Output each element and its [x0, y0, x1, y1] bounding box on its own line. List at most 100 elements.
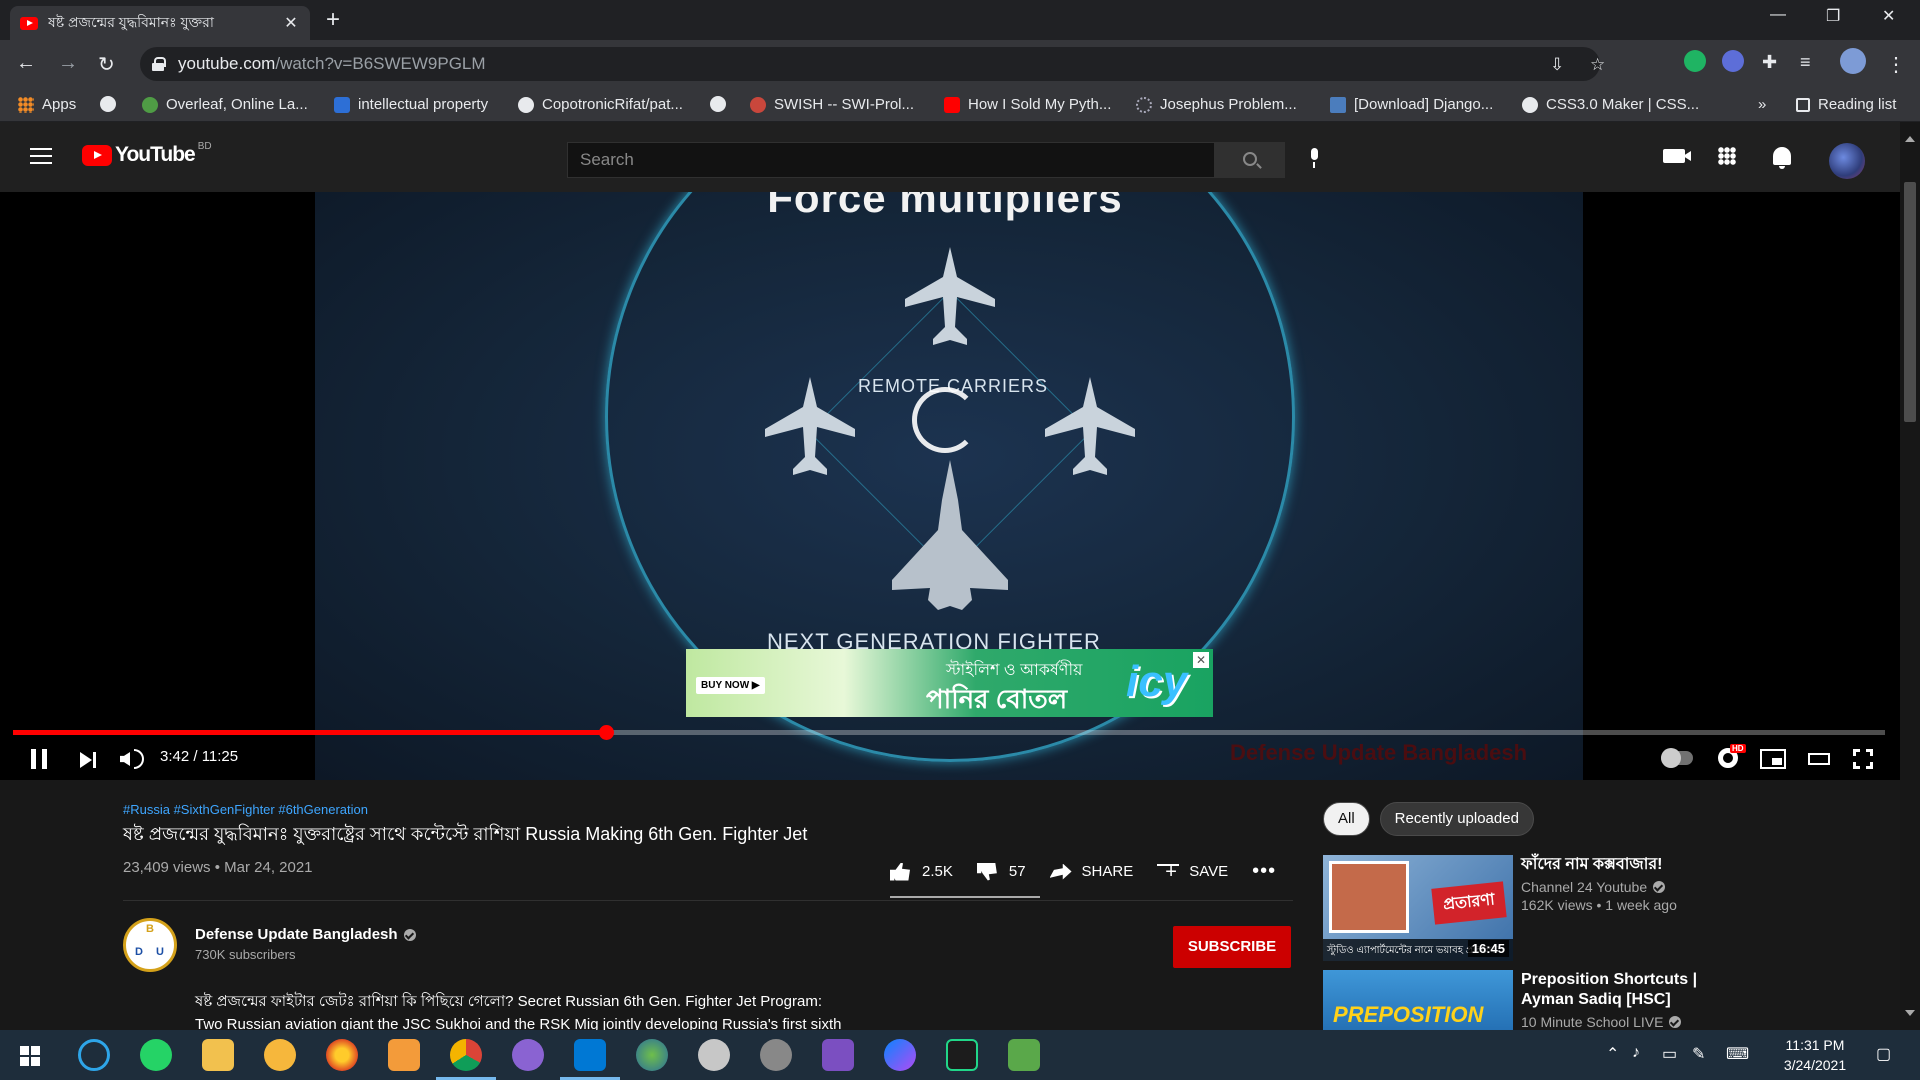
bookmark-apps[interactable]: Apps: [18, 96, 76, 113]
share-button[interactable]: SHARE: [1049, 863, 1133, 880]
progress-bar[interactable]: [13, 725, 1885, 740]
minimize-button[interactable]: —: [1770, 6, 1786, 24]
overlay-ad-banner[interactable]: BUY NOW ▶ স্টাইলিশ ও আকর্ষণীয় পানির বোত…: [686, 649, 1213, 717]
bookmark-swish[interactable]: SWISH -- SWI-Prol...: [750, 96, 914, 113]
search-input[interactable]: Search: [567, 142, 1215, 178]
youtube-logo[interactable]: YouTube BD: [82, 141, 212, 167]
channel-name[interactable]: Defense Update Bangladesh: [195, 926, 416, 943]
new-tab-button[interactable]: +: [326, 6, 340, 34]
bookmark-josephus[interactable]: Josephus Problem...: [1136, 96, 1297, 113]
save-button[interactable]: SAVE: [1157, 862, 1228, 882]
microphone-icon[interactable]: [1308, 148, 1320, 168]
vscode-icon[interactable]: [574, 1039, 606, 1071]
media-control-icon[interactable]: ≡: [1800, 52, 1811, 73]
theater-mode-button[interactable]: [1808, 753, 1830, 765]
file-explorer-icon[interactable]: [202, 1039, 234, 1071]
create-video-icon[interactable]: [1663, 149, 1691, 163]
channel-avatar[interactable]: B D U: [123, 918, 177, 972]
norton-icon[interactable]: [264, 1039, 296, 1071]
speaker-icon[interactable]: ♪: [1632, 1044, 1640, 1062]
channel-watermark[interactable]: Defense Update Bangladesh: [1230, 740, 1527, 766]
reading-list[interactable]: Reading list: [1796, 96, 1896, 113]
bookmark-intellectual-property[interactable]: intellectual property: [334, 96, 488, 113]
bookmark-overleaf[interactable]: Overleaf, Online La...: [142, 96, 308, 113]
keyboard-icon[interactable]: ⌨: [1726, 1044, 1749, 1064]
parachute-app-icon[interactable]: [698, 1039, 730, 1071]
recommendation-item[interactable]: প্রতারণা স্টুডিও এ্যাপার্টমেন্টের নামে ভ…: [1323, 855, 1751, 961]
extensions-puzzle-icon[interactable]: ✚: [1762, 52, 1777, 73]
grammarly-extension-icon[interactable]: [1684, 50, 1706, 72]
chip-recently-uploaded[interactable]: Recently uploaded: [1379, 802, 1534, 836]
volume-icon[interactable]: [120, 752, 130, 766]
system-clock[interactable]: 11:31 PM 3/24/2021: [1770, 1035, 1860, 1075]
bookmarks-overflow[interactable]: »: [1758, 96, 1766, 113]
bookmark-globe[interactable]: [100, 96, 124, 112]
search-app-icon[interactable]: [78, 1039, 110, 1071]
xampp-icon[interactable]: [388, 1039, 420, 1071]
video-hashtags[interactable]: #Russia #SixthGenFighter #6thGeneration: [123, 802, 368, 817]
windows-start-icon[interactable]: [20, 1046, 40, 1066]
video-title: ষষ্ট প্রজন্মের যুদ্ধবিমানঃ যুক্তরাষ্ট্রে…: [123, 824, 808, 844]
satellite-app-icon[interactable]: [760, 1039, 792, 1071]
extension-icon[interactable]: [1722, 50, 1744, 72]
recommendation-item[interactable]: PREPOSITION Preposition Shortcuts | Ayma…: [1323, 970, 1751, 1030]
chrome-icon[interactable]: [450, 1039, 482, 1071]
chip-all[interactable]: All: [1323, 802, 1370, 836]
close-tab-icon[interactable]: ✕: [282, 13, 300, 33]
apps-grid-icon[interactable]: [1718, 147, 1736, 165]
network-icon[interactable]: ▭: [1662, 1044, 1677, 1064]
lock-icon: [152, 57, 166, 71]
subscribe-button[interactable]: SUBSCRIBE: [1173, 926, 1291, 968]
channel-label: 10 Minute School LIVE: [1521, 1014, 1664, 1030]
scrollbar-thumb[interactable]: [1904, 182, 1916, 422]
fullscreen-button[interactable]: [1853, 749, 1873, 769]
like-button[interactable]: 2.5K: [890, 862, 953, 881]
address-bar[interactable]: youtube.com/watch?v=B6SWEW9PGLM ⇩ ☆: [140, 47, 1605, 81]
recommendation-thumbnail[interactable]: PREPOSITION: [1323, 970, 1513, 1030]
pause-button[interactable]: [31, 749, 47, 769]
back-arrow-icon[interactable]: ←: [16, 52, 36, 75]
visual-studio-icon[interactable]: [822, 1039, 854, 1071]
bookmark-globe-2[interactable]: [710, 96, 734, 112]
notepad-app-icon[interactable]: [1008, 1039, 1040, 1071]
ad-close-button[interactable]: ✕: [1193, 652, 1209, 668]
page-scrollbar[interactable]: [1900, 122, 1920, 1030]
menu-icon[interactable]: [30, 148, 52, 164]
star-icon[interactable]: ☆: [1590, 55, 1605, 75]
whatsapp-icon[interactable]: [140, 1039, 172, 1071]
scroll-up-arrow-icon[interactable]: [1905, 136, 1915, 142]
scroll-down-arrow-icon[interactable]: [1905, 1010, 1915, 1016]
profile-avatar[interactable]: [1840, 48, 1866, 74]
close-window-button[interactable]: ✕: [1882, 6, 1895, 26]
next-video-button[interactable]: [80, 752, 96, 768]
notifications-bell-icon[interactable]: [1773, 147, 1791, 169]
pen-icon[interactable]: ✎: [1692, 1044, 1705, 1064]
channel-label: Channel 24 Youtube: [1521, 879, 1648, 895]
bookmark-django[interactable]: [Download] Django...: [1330, 96, 1493, 113]
tray-overflow-icon[interactable]: ⌃: [1606, 1044, 1619, 1064]
search-button[interactable]: [1215, 142, 1285, 178]
autoplay-toggle[interactable]: [1661, 748, 1693, 768]
messenger-icon[interactable]: [884, 1039, 916, 1071]
miniplayer-button[interactable]: [1760, 749, 1786, 769]
bookmark-youtube[interactable]: How I Sold My Pyth...: [944, 96, 1111, 113]
earth-app-icon[interactable]: [636, 1039, 668, 1071]
dislike-button[interactable]: 57: [976, 862, 1026, 881]
notifications-icon[interactable]: ▢: [1876, 1044, 1891, 1064]
pycharm-icon[interactable]: [946, 1039, 978, 1071]
restore-button[interactable]: ❐: [1826, 6, 1840, 26]
ad-buy-now-button[interactable]: BUY NOW ▶: [696, 677, 765, 694]
reload-icon[interactable]: ↻: [98, 52, 115, 77]
video-player[interactable]: Force multipliers REMOTE CARRIERS NEXT G…: [0, 192, 1900, 780]
user-avatar[interactable]: [1829, 143, 1865, 179]
forward-arrow-icon[interactable]: →: [58, 52, 78, 75]
bookmark-css3-maker[interactable]: CSS3.0 Maker | CSS...: [1522, 96, 1699, 113]
recommendation-thumbnail[interactable]: প্রতারণা স্টুডিও এ্যাপার্টমেন্টের নামে ভ…: [1323, 855, 1513, 961]
bookmark-github[interactable]: CopotronicRifat/pat...: [518, 96, 683, 113]
more-actions-button[interactable]: •••: [1252, 860, 1276, 883]
chrome-menu-icon[interactable]: ⋮: [1886, 52, 1906, 77]
install-app-icon[interactable]: ⇩: [1550, 55, 1564, 75]
github-desktop-icon[interactable]: [512, 1039, 544, 1071]
browser-tab-youtube[interactable]: ষষ্ট প্রজন্মের যুদ্ধবিমানঃ যুক্তরা ✕: [10, 6, 310, 40]
firefox-icon[interactable]: [326, 1039, 358, 1071]
